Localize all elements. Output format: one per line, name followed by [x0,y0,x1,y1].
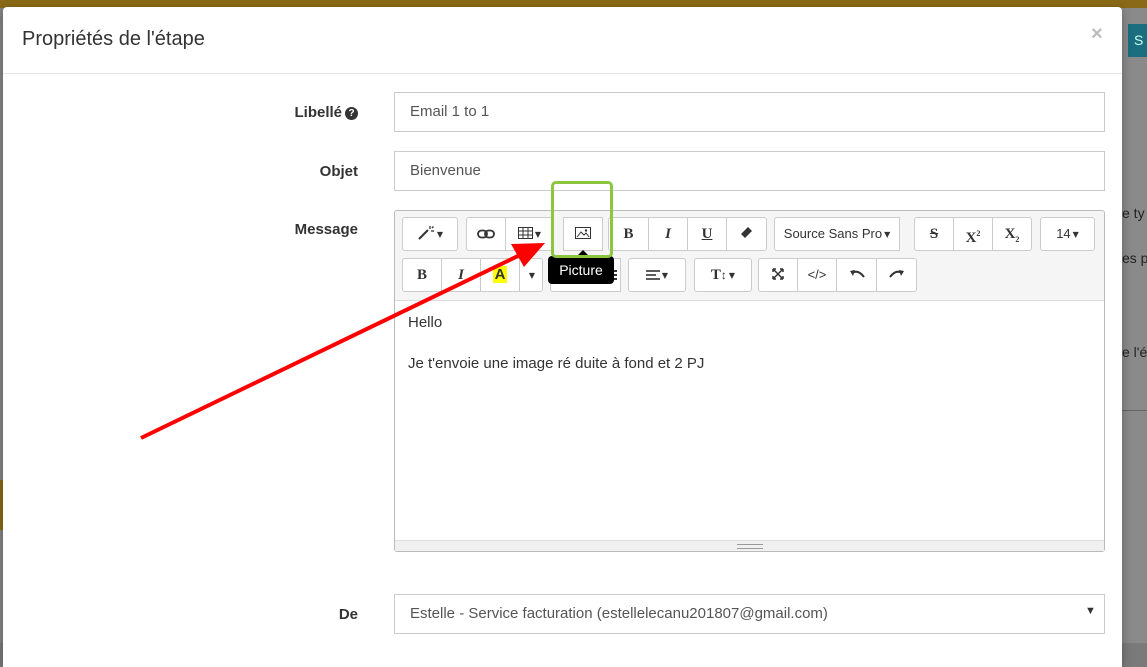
arrow-shaft [140,253,521,440]
annotation-arrow [140,243,545,440]
